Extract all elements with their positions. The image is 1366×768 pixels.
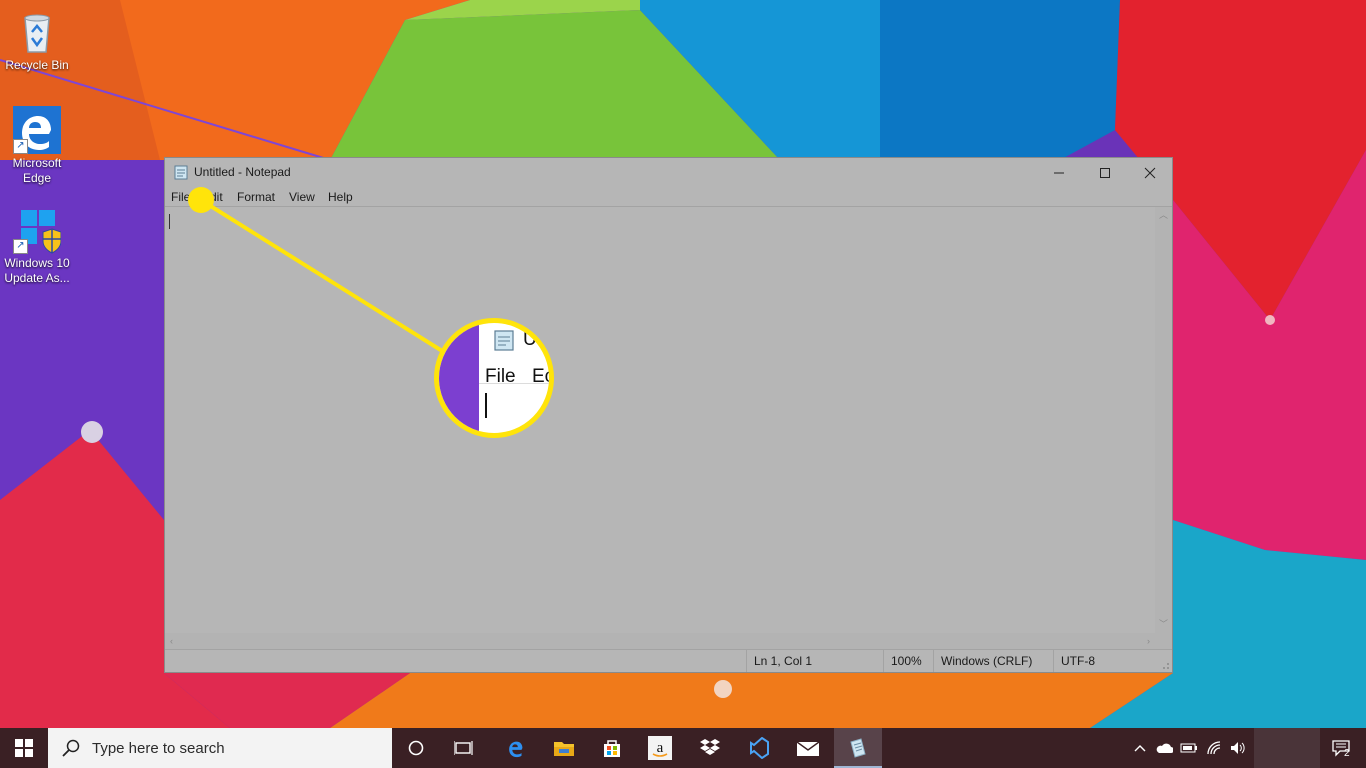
taskbar-visual-studio-button[interactable]: [738, 728, 782, 768]
wifi-button[interactable]: [1203, 728, 1225, 768]
search-input[interactable]: Type here to search: [48, 728, 392, 768]
zoom-menu-edit-fragment: Ec: [532, 366, 554, 387]
show-hidden-icons-button[interactable]: [1130, 728, 1150, 768]
zoom-text-caret: [485, 393, 487, 418]
notification-count-badge: 2: [1344, 748, 1350, 759]
store-icon: [604, 740, 620, 757]
taskbar-edge-button[interactable]: [496, 728, 536, 768]
taskbar-file-explorer-button[interactable]: [544, 728, 584, 768]
visual-studio-icon: [750, 737, 769, 759]
zoom-title-fragment: Ur: [523, 329, 544, 350]
windows-logo-icon: [15, 739, 33, 757]
task-view-button[interactable]: [444, 728, 484, 768]
zoom-menu-file: File: [485, 366, 516, 387]
volume-icon: [1231, 742, 1245, 754]
battery-button[interactable]: [1178, 728, 1200, 768]
zoom-menu-divider: [479, 383, 549, 384]
task-view-icon: [454, 741, 473, 755]
taskbar-notepad-button[interactable]: [834, 728, 882, 768]
zoom-desktop-edge: [439, 323, 479, 433]
onedrive-button[interactable]: [1153, 728, 1175, 768]
taskbar: Type here to search a 2: [0, 728, 1366, 768]
edge-icon: [509, 741, 523, 758]
taskbar-store-button[interactable]: [592, 728, 632, 768]
amazon-icon: a: [648, 736, 672, 760]
search-placeholder: Type here to search: [92, 739, 225, 757]
svg-text:a: a: [657, 740, 664, 756]
zoom-notepad-icon: [493, 329, 515, 356]
dropbox-icon: [700, 739, 720, 755]
file-explorer-icon: [554, 742, 574, 756]
zoom-magnifier: Ur File Ec: [434, 318, 554, 438]
taskbar-amazon-button[interactable]: a: [640, 728, 680, 768]
battery-icon: [1180, 743, 1197, 753]
notepad-icon: [850, 738, 866, 758]
taskbar-dropbox-button[interactable]: [688, 728, 732, 768]
onedrive-icon: [1156, 743, 1173, 753]
start-button[interactable]: [0, 728, 48, 768]
action-center-button[interactable]: 2: [1322, 728, 1362, 768]
volume-button[interactable]: [1227, 728, 1249, 768]
clock-area[interactable]: [1254, 728, 1320, 768]
taskbar-mail-button[interactable]: [786, 728, 830, 768]
cortana-button[interactable]: [396, 728, 436, 768]
callout-pointer: [188, 187, 449, 356]
mail-icon: [796, 741, 820, 756]
wifi-icon: [1207, 741, 1221, 755]
cortana-icon: [408, 740, 424, 756]
chevron-up-icon: [1134, 745, 1146, 752]
search-icon: [62, 739, 80, 757]
